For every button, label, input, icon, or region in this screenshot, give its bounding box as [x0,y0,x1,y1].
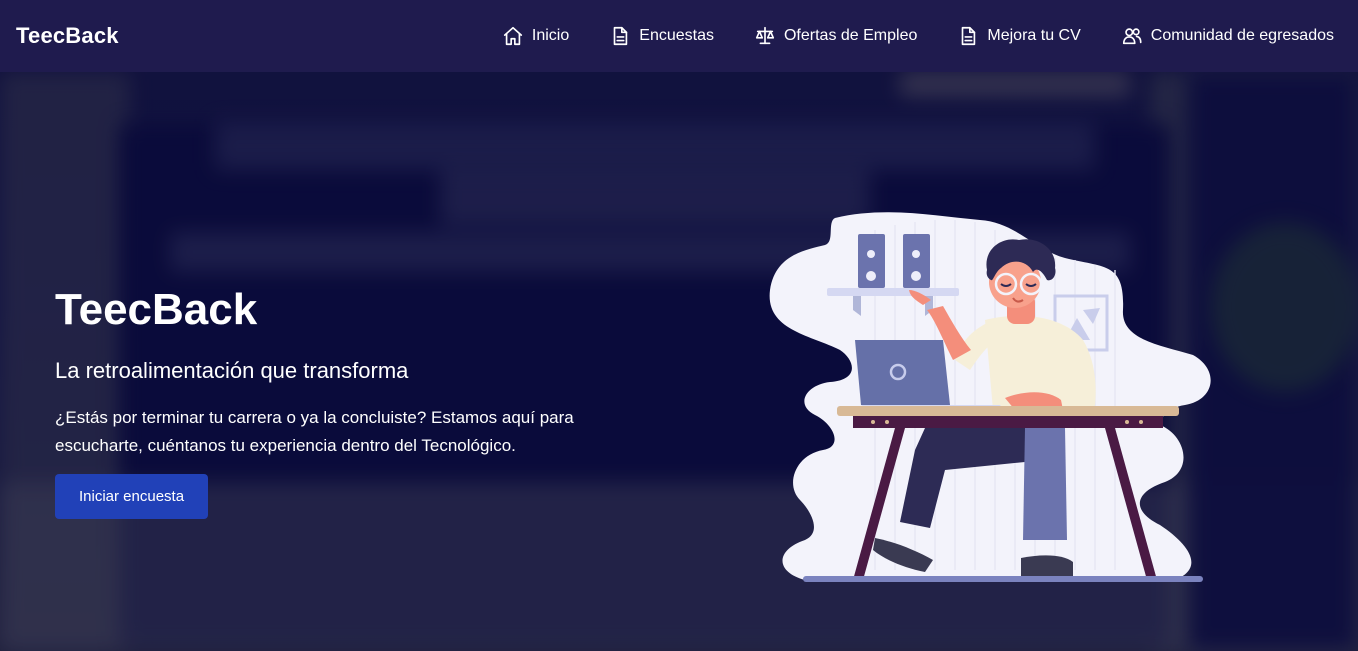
navbar: TeecBack Inicio Encuestas Ofertas de Emp… [0,0,1358,72]
nav-link-inicio[interactable]: Inicio [502,25,569,47]
person-at-desk-illustration [769,212,1211,582]
nav-link-label: Comunidad de egresados [1150,27,1334,44]
hero-section: TeecBack La retroalimentación que transf… [0,72,1358,651]
nav-link-comunidad[interactable]: Comunidad de egresados [1121,25,1334,47]
document-icon [613,26,628,46]
nav-link-label: Mejora tu CV [987,27,1081,44]
home-icon [503,26,522,46]
nav-link-ofertas[interactable]: Ofertas de Empleo [754,25,917,47]
nav-link-label: Inicio [531,27,570,44]
brand-logo[interactable]: TeecBack [16,23,119,49]
nav-link-label: Ofertas de Empleo [783,27,918,44]
shelf [827,288,959,296]
shoe [1021,555,1073,576]
nav-link-mejora-cv[interactable]: Mejora tu CV [957,25,1081,47]
users-icon [1122,28,1142,45]
desk-top [837,406,1179,416]
floor-line [803,576,1203,582]
nav-link-label: Encuestas [639,27,714,44]
hero-description: ¿Estás por terminar tu carrera o ya la c… [55,408,574,455]
scale-icon [755,26,775,45]
nav-link-encuestas[interactable]: Encuestas [609,25,714,47]
nav-links: Inicio Encuestas Ofertas de Empleo Mejor… [502,25,1334,47]
hero-content: TeecBack La retroalimentación que transf… [55,284,615,519]
document-icon [962,26,976,46]
hero-subtitle: La retroalimentación que transforma [55,358,409,383]
laptop [855,340,950,405]
hero-title: TeecBack [55,285,258,334]
start-survey-button[interactable]: Iniciar encuesta [55,474,209,519]
